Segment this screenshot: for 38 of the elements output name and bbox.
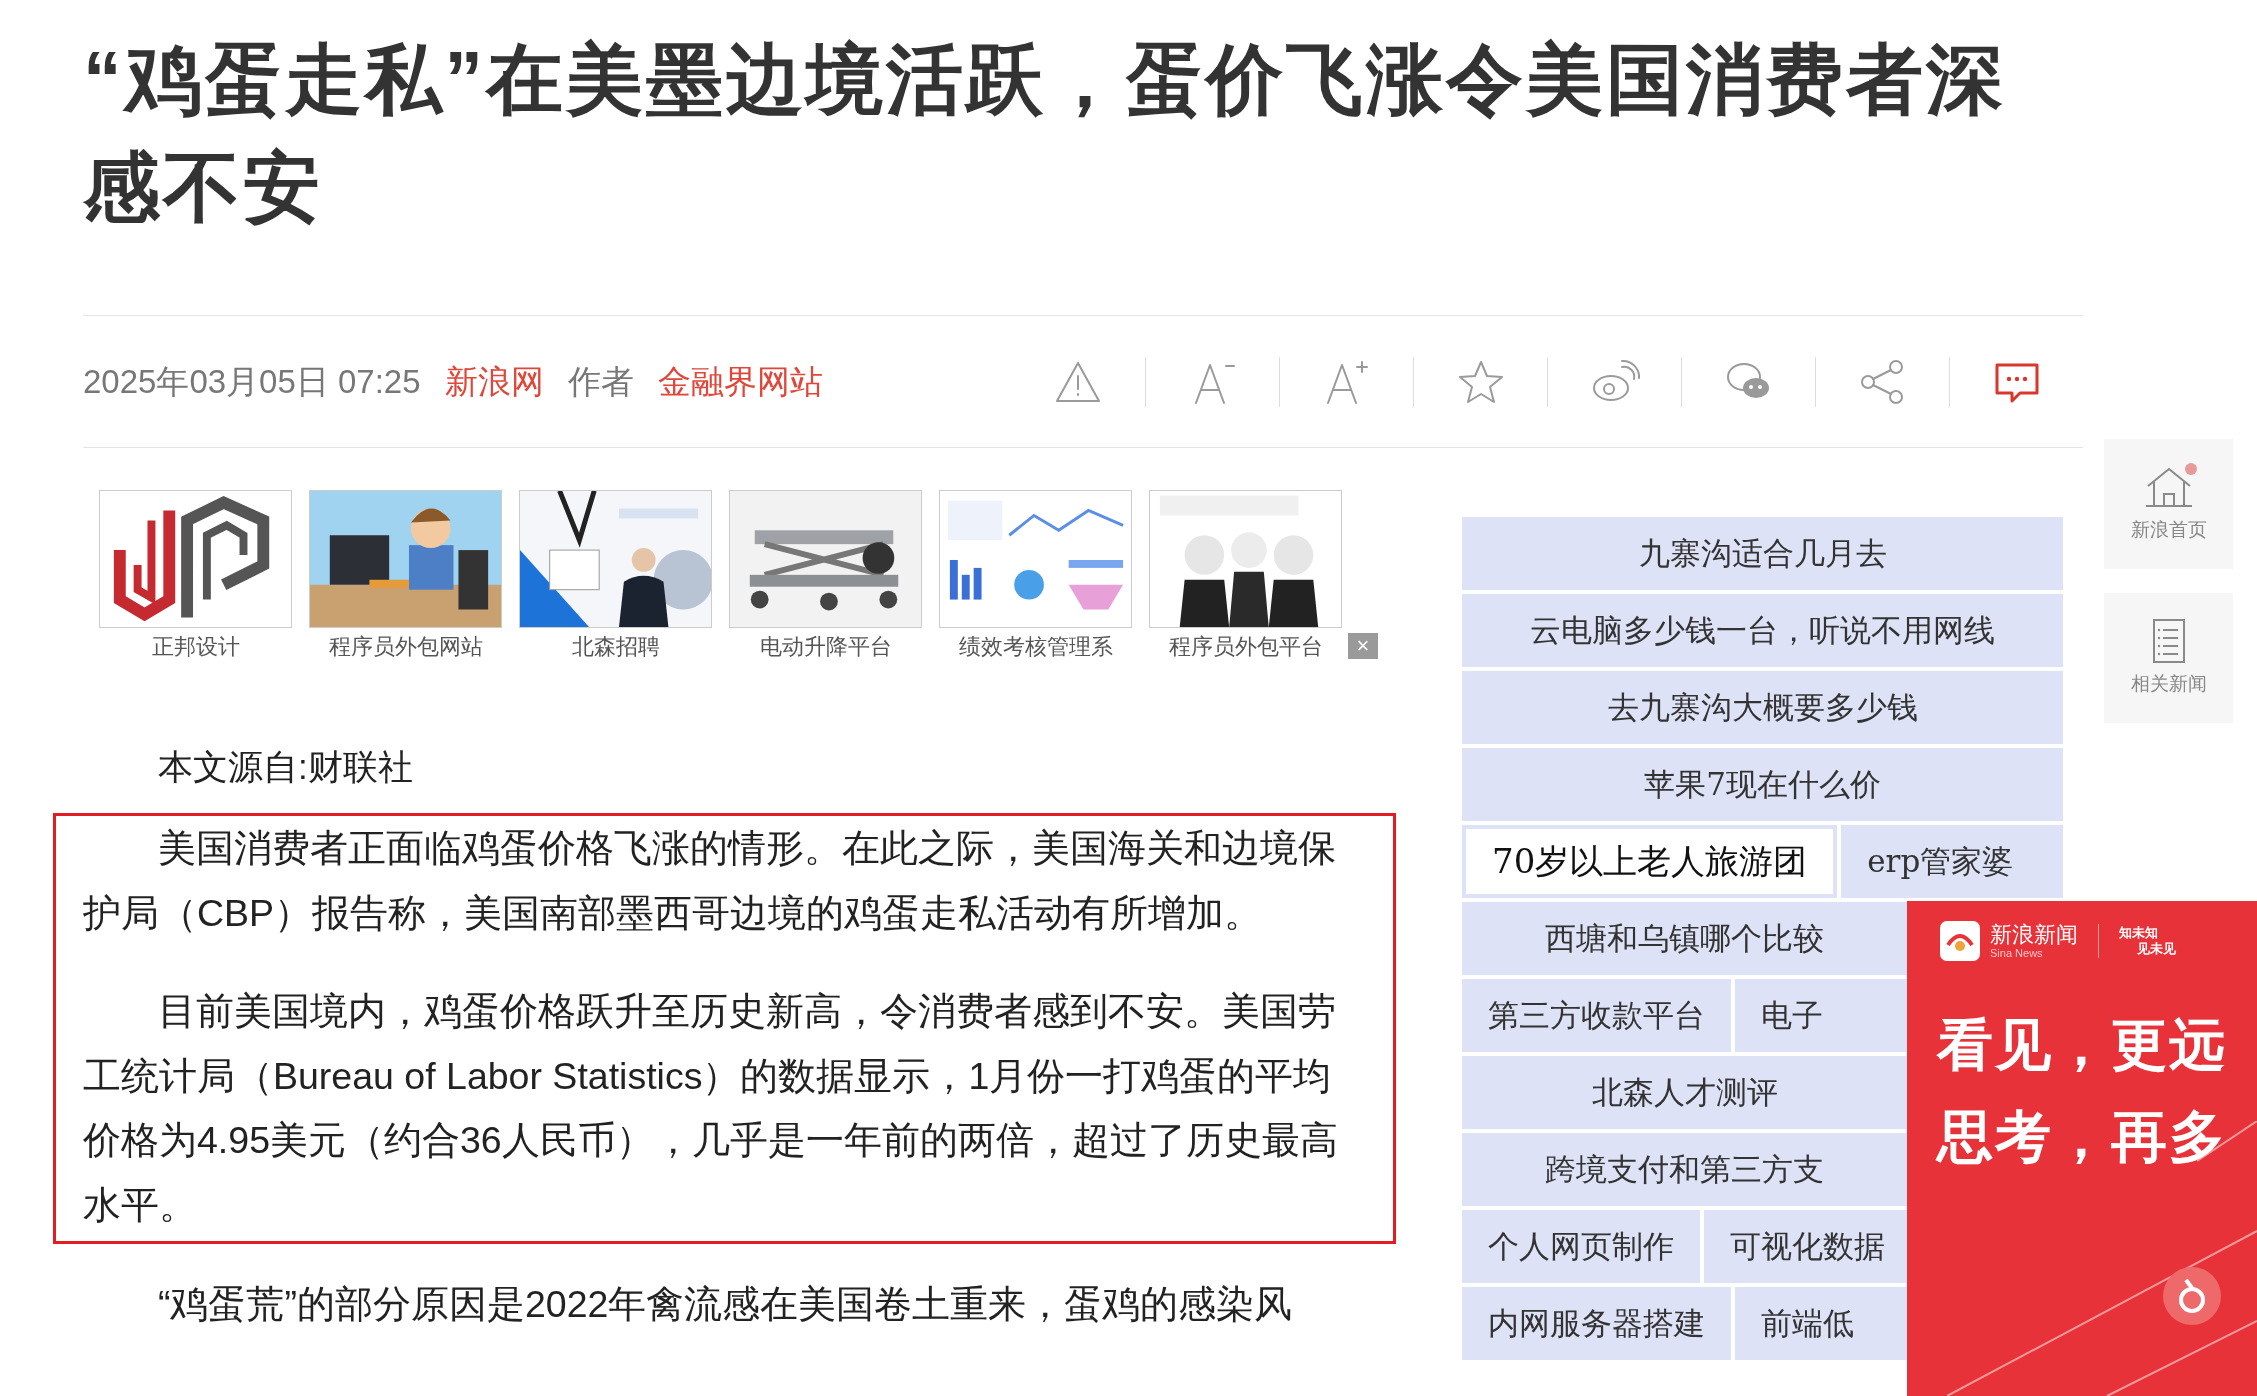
promo-headline: 看见，更远: [1937, 1012, 2228, 1078]
related-link[interactable]: 第三方收款平台: [1462, 979, 1731, 1052]
author-label: 作者: [567, 361, 634, 402]
related-link[interactable]: 云电脑多少钱一台，听说不用网线: [1462, 594, 2063, 667]
related-link[interactable]: 前端低: [1735, 1287, 1907, 1360]
promo-banner[interactable]: 新浪新闻 Sina News 知未知 见未见 看见，更远 思考，再多: [1907, 901, 2257, 1396]
related-link[interactable]: 内网服务器搭建: [1462, 1287, 1731, 1360]
source-line: 本文源自:财联社: [158, 746, 414, 788]
article-paragraph: 美国消费者正面临鸡蛋价格飞涨的情形。在此之际，美国海关和边境保护局（CBP）报告称，美国南部墨西哥边境的鸡蛋走私活动有所增加。: [83, 826, 1337, 936]
author-link[interactable]: 金融界网站: [657, 356, 823, 407]
ad-caption[interactable]: 电动升降平台: [729, 630, 922, 663]
related-link[interactable]: 北森人才测评: [1462, 1056, 1907, 1129]
source-link[interactable]: 新浪网: [444, 356, 544, 407]
related-link[interactable]: 跨境支付和第三方支: [1462, 1133, 1907, 1206]
article-paragraph: “鸡蛋荒”的部分原因是2022年禽流感在美国卷土重来，蛋鸡的感染风: [157, 1282, 1294, 1327]
related-link[interactable]: 苹果7现在什么价: [1462, 748, 2063, 821]
slogan-line: 见未见: [2136, 941, 2176, 957]
article-paragraph: 目前美国境内，鸡蛋价格跃升至历史新高，令消费者感到不安。美国劳工统计局（Bureau of Labor Statistics）的数据显示，1月份一打鸡蛋的平均价格为4.95美元（约合36人民币），几乎是一年前的两倍，超过了历史最高水平。: [83, 989, 1339, 1228]
related-link[interactable]: 九寨沟适合几月去: [1462, 517, 2063, 590]
brand-subtitle: Sina News: [1990, 947, 2044, 959]
ad-caption[interactable]: 程序员外包平台: [1149, 630, 1342, 663]
ad-caption[interactable]: 绩效考核管理系: [939, 630, 1132, 663]
related-link[interactable]: erp管家婆: [1841, 825, 2063, 898]
ad-caption[interactable]: 北森招聘: [519, 630, 712, 663]
related-link[interactable]: 70岁以上老人旅游团: [1462, 825, 1838, 898]
ad-caption[interactable]: 正邦设计: [99, 630, 292, 663]
brand-name: 新浪新闻: [1990, 923, 2078, 947]
ad-caption[interactable]: 程序员外包网站: [309, 630, 502, 663]
play-icon[interactable]: [2162, 1266, 2222, 1326]
related-link[interactable]: 个人网页制作: [1462, 1210, 1700, 1283]
promo-headline: 思考，再多: [1937, 1104, 2228, 1170]
app-logo-icon: [1940, 921, 1980, 961]
related-link[interactable]: 电子: [1735, 979, 1907, 1052]
related-link[interactable]: 西塘和乌镇哪个比较: [1462, 902, 1907, 975]
slogan-line: 知未知: [2119, 925, 2159, 941]
related-link[interactable]: 去九寨沟大概要多少钱: [1462, 671, 2063, 744]
article-title: “鸡蛋走私”在美墨边境活跃，蛋价飞涨令美国消费者深感不安: [83, 35, 2007, 232]
publish-date: 2025年03月05日 07:25: [83, 361, 421, 402]
